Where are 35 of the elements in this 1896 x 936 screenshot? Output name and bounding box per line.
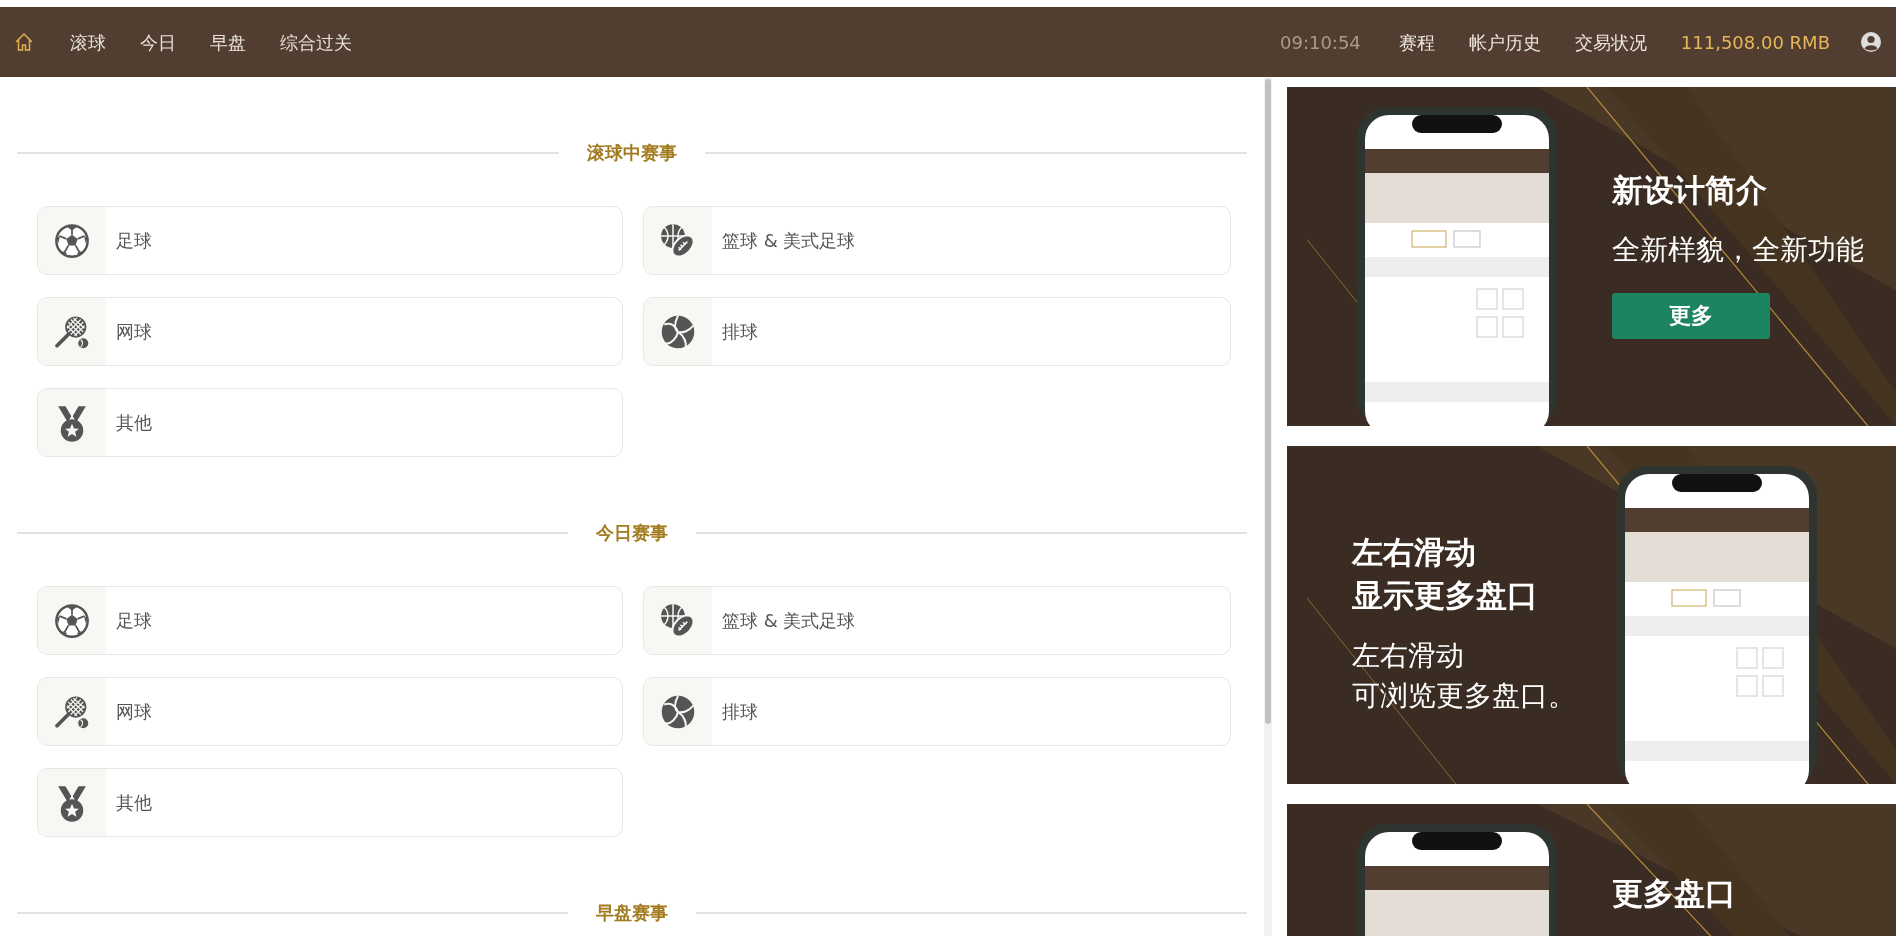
home-icon[interactable] <box>14 32 34 52</box>
soccer-ball-icon <box>54 223 90 258</box>
nav-link[interactable]: 帐户历史 <box>1468 28 1541 56</box>
section-title: 滚球中赛事 <box>587 141 677 165</box>
nav-tab[interactable]: 综合过关 <box>280 28 352 56</box>
clock-time: 09:10:54 <box>1280 30 1361 55</box>
scrollbar-thumb[interactable] <box>1265 79 1271 724</box>
nav-tab[interactable]: 早盘 <box>210 28 246 56</box>
sport-card[interactable]: 其他 <box>37 388 623 457</box>
section-title: 早盘赛事 <box>596 901 668 925</box>
user-icon[interactable] <box>1860 31 1882 53</box>
banner-title: 新设计简介 <box>1612 171 1768 210</box>
volleyball-icon <box>659 312 697 351</box>
sport-card[interactable]: 排球 <box>643 297 1231 366</box>
sport-card[interactable]: 排球 <box>643 677 1231 746</box>
nav-link[interactable]: 交易状况 <box>1574 28 1647 56</box>
sport-card[interactable]: 篮球 & 美式足球 <box>643 586 1231 655</box>
sport-card[interactable]: 足球 <box>37 206 623 275</box>
banner-subtitle: 左右滑动 可浏览更多盘口。 <box>1352 637 1576 715</box>
volleyball-icon <box>659 692 697 731</box>
nav-tab[interactable]: 今日 <box>140 28 176 56</box>
sport-card[interactable]: 网球 <box>37 297 623 366</box>
nav-link[interactable]: 赛程 <box>1398 28 1435 56</box>
section-title: 今日赛事 <box>596 521 668 545</box>
sport-card[interactable]: 其他 <box>37 768 623 837</box>
more-button[interactable]: 更多 <box>1612 293 1770 339</box>
account-balance: 111,508.00 RMB <box>1680 30 1830 55</box>
banner-title: 左右滑动 显示更多盘口 <box>1352 533 1539 616</box>
sport-card[interactable]: 足球 <box>37 586 623 655</box>
sport-card[interactable]: 篮球 & 美式足球 <box>643 206 1231 275</box>
nav-tab[interactable]: 滚球 <box>70 28 106 56</box>
banner-title: 更多盘口 <box>1612 874 1736 913</box>
sport-card[interactable]: 网球 <box>37 677 623 746</box>
soccer-ball-icon <box>54 603 90 638</box>
banner-subtitle: 全新样貌，全新功能 <box>1612 232 1864 269</box>
